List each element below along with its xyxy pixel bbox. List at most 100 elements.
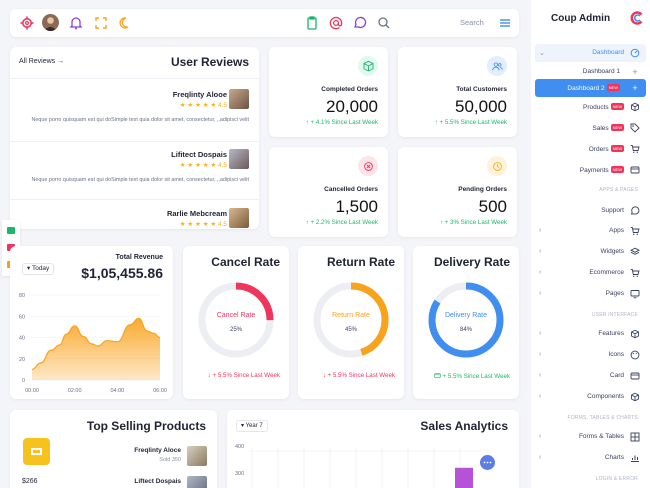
label-text: Dashboard: [592, 49, 624, 56]
avatar[interactable]: [42, 14, 59, 31]
sidebar-item-ecommerce[interactable]: ‹ Ecommerce: [535, 264, 646, 282]
sidebar-item-components[interactable]: ‹ Components: [535, 388, 646, 406]
fullscreen-icon[interactable]: [93, 15, 109, 31]
rate-title: Return Rate: [326, 255, 395, 269]
cart-icon: [630, 144, 640, 154]
label-text: Orders: [588, 146, 609, 153]
search-icon: [376, 15, 392, 31]
stat-card: Total Customers 50,000 ↑ + 5.5% Since Last…: [398, 47, 517, 137]
monitor-icon: [630, 289, 640, 299]
label-text: Features: [598, 330, 624, 337]
new-badge: NEW: [610, 145, 624, 152]
y-tick-label: 60: [19, 314, 25, 320]
year-select[interactable]: ▾ Year 7: [236, 420, 268, 432]
y-tick-label: 20: [19, 357, 25, 363]
clock-icon: [487, 156, 507, 176]
cube-icon: [358, 56, 378, 76]
sidebar-item-dashboard[interactable]: ⌄ Dashboard: [535, 44, 646, 62]
sidebar-item-label: Features: [598, 330, 624, 337]
chevron-icon: ‹: [539, 330, 542, 337]
product-thumbnail: [187, 446, 207, 466]
menu-icon[interactable]: [497, 15, 513, 31]
sidebar-item-dashboard-2[interactable]: Dashboard 2 NEW +: [535, 79, 646, 97]
new-badge: NEW: [606, 84, 620, 91]
sidebar-item-forms-tables[interactable]: ‹ Forms & Tables: [535, 428, 646, 446]
user-reviews-card: All Reviews → User Reviews Freqlinty Alo…: [10, 47, 259, 229]
label-text: Support: [601, 207, 624, 214]
chat-icon[interactable]: [352, 15, 368, 31]
chevron-icon: ‹: [539, 351, 542, 358]
label-text: Card: [609, 372, 624, 379]
palette-icon: [630, 350, 640, 360]
y-tick-label: 80: [19, 293, 25, 299]
sales-analytics-card: ▾ Year 7 Sales Analytics 400 300: [227, 410, 519, 488]
sales-analytics-title: Sales Analytics: [420, 419, 508, 433]
sidebar-item-label: Dashboard 2 NEW: [567, 84, 620, 92]
green-card-icon[interactable]: [7, 227, 15, 234]
section-apps: APPS & PAGES: [599, 187, 638, 193]
revenue-label: Total Revenue: [115, 254, 163, 261]
sidebar-item-charts[interactable]: ‹ Charts: [535, 449, 646, 467]
sidebar-item-support[interactable]: Support: [535, 202, 646, 220]
brand-logo[interactable]: [630, 11, 644, 25]
sidebar-item-features[interactable]: ‹ Features: [535, 325, 646, 343]
sidebar-item-label: Components: [587, 393, 624, 400]
label-text: Components: [587, 393, 624, 400]
bell-icon[interactable]: [68, 15, 84, 31]
sidebar-item-icons[interactable]: ‹ Icons: [535, 346, 646, 364]
search-input[interactable]: Search: [460, 18, 484, 27]
sidebar-item-orders[interactable]: Orders NEW: [535, 140, 646, 158]
ring-label: Return Rate: [332, 312, 370, 319]
sidebar-item-apps[interactable]: ‹ Apps: [535, 222, 646, 240]
settings-icon[interactable]: [19, 15, 35, 31]
label-text: Charts: [604, 454, 624, 461]
cart-icon: [630, 268, 640, 278]
rate-trend: ↓ + 5.5% Since Last Week: [323, 372, 395, 379]
box-icon: [630, 392, 640, 402]
sidebar-item-payments[interactable]: Payments NEW: [535, 161, 646, 179]
layers-icon: [629, 247, 641, 257]
label-text: Payments: [579, 167, 609, 174]
rating-stars: ★ ★ ★ ★ ★ 4.5: [179, 102, 227, 109]
more-button[interactable]: [480, 455, 495, 470]
at-icon[interactable]: [328, 15, 344, 31]
sidebar-item-products[interactable]: Products NEW: [535, 98, 646, 116]
rate-card: Return Rate Return Rate 45% ↓ + 5.5% Since …: [298, 246, 404, 399]
product-icon: [23, 438, 50, 465]
area-fill: [32, 318, 160, 380]
sidebar-item-label: Orders NEW: [589, 145, 624, 153]
ring-label: Cancel Rate: [216, 312, 256, 319]
y-tick: 400: [235, 444, 245, 450]
sidebar-item-sales[interactable]: Sales NEW: [535, 119, 646, 137]
x-tick-label: 02:00: [68, 388, 82, 394]
review-text: Neque porro quisquam est qui doSimple te…: [31, 177, 249, 183]
reviews-title: User Reviews: [170, 55, 249, 69]
moon-icon[interactable]: [117, 15, 133, 31]
top-bar: Search: [10, 9, 519, 37]
all-reviews-link[interactable]: All Reviews →: [19, 58, 64, 65]
trend-text: ↓ + 5.5% Since Last Week: [322, 372, 395, 379]
revenue-value: $1,05,455.86: [81, 265, 163, 281]
rate-title: Cancel Rate: [211, 255, 280, 269]
sidebar-item-pages[interactable]: ‹ Pages: [535, 285, 646, 303]
card-icon: [630, 165, 640, 175]
stat-card: Pending Orders 500 ↑ + 3% Since Last Week: [398, 147, 517, 237]
period-select[interactable]: ▾ Today: [22, 263, 55, 275]
y-tick-label: 0: [22, 378, 25, 384]
reviewer-name: Rarlie Mebcream: [166, 209, 227, 218]
sidebar-item-card[interactable]: ‹ Card: [535, 367, 646, 385]
ring-label: Delivery Rate: [444, 312, 487, 319]
clipboard-icon[interactable]: [304, 15, 320, 31]
stat-title: Pending Orders: [458, 186, 507, 193]
top-selling-title: Top Selling Products: [86, 419, 206, 433]
rate-ring: [428, 282, 504, 358]
total-revenue-card: ▾ Today Total Revenue $1,05,455.86 0 20 40…: [10, 246, 173, 399]
sidebar-item-widgets[interactable]: ‹ Widgets: [535, 243, 646, 261]
section-login: LOGIN & ERROR: [595, 476, 638, 482]
label-text: Dashboard 1: [582, 68, 620, 75]
new-badge: NEW: [610, 124, 624, 131]
sidebar-item-label: Forms & Tables: [579, 433, 624, 440]
label-text: Pages: [605, 290, 624, 297]
revenue-area-chart: 0 20 40 60 80 00:00 02:00 04:00 06:00: [19, 293, 167, 394]
stat-value: 20,000: [326, 97, 378, 116]
